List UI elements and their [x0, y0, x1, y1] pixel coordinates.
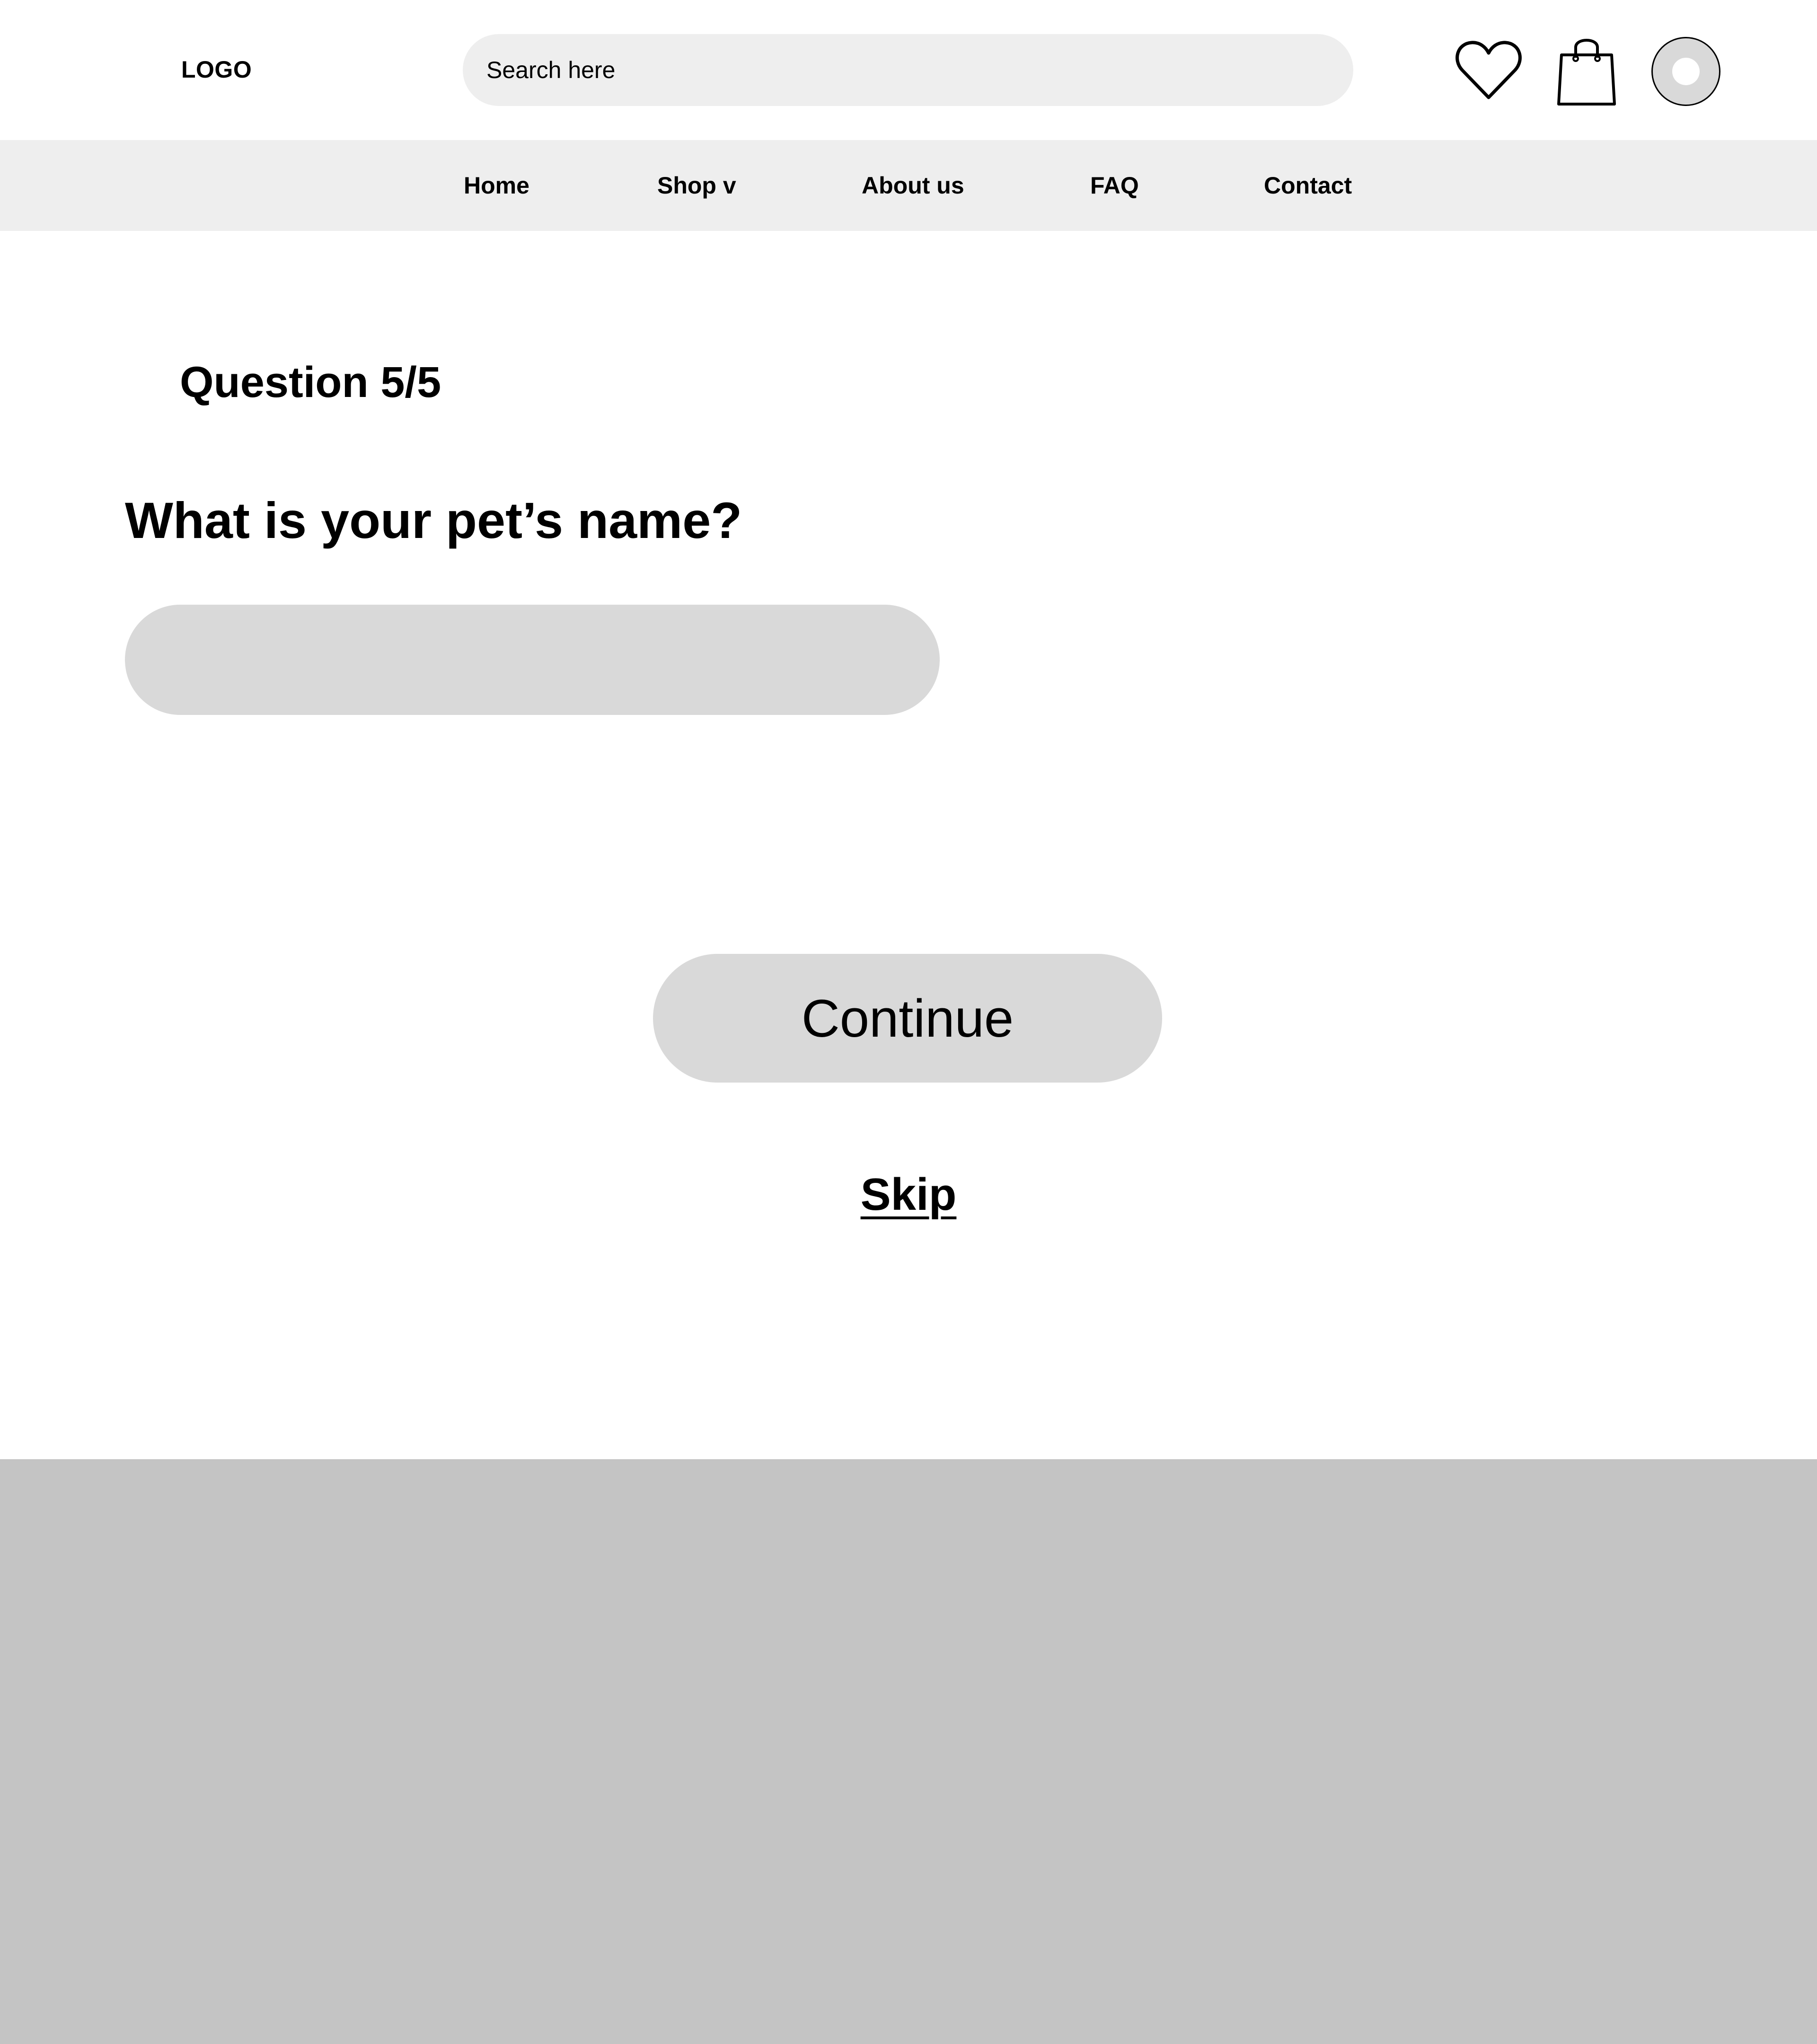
- search-placeholder: Search here: [486, 57, 616, 83]
- search-bar[interactable]: Search here: [463, 34, 1353, 106]
- question-title: What is your pet’s name?: [125, 492, 742, 549]
- continue-button[interactable]: Continue: [653, 954, 1162, 1083]
- main-nav: Home Shop v About us FAQ Contact: [0, 140, 1817, 231]
- nav-item-shop[interactable]: Shop v: [657, 170, 736, 201]
- avatar-inner: [1672, 58, 1700, 85]
- skip-link[interactable]: Skip: [861, 1169, 957, 1220]
- footer: [0, 1459, 1817, 2044]
- site-header: LOGO Search here: [0, 0, 1817, 140]
- question-progress: Question 5/5: [180, 358, 441, 406]
- pet-name-input[interactable]: [125, 605, 940, 715]
- continue-button-label: Continue: [801, 988, 1014, 1048]
- page: LOGO Search here Home Shop v About us FA…: [0, 0, 1817, 2044]
- shopping-bag-icon[interactable]: [1557, 33, 1616, 107]
- nav-item-contact[interactable]: Contact: [1264, 170, 1352, 201]
- nav-item-about-us[interactable]: About us: [862, 170, 964, 201]
- heart-icon[interactable]: [1455, 40, 1522, 101]
- skip-link-container: Skip: [0, 1164, 1817, 1225]
- avatar[interactable]: [1651, 37, 1720, 106]
- nav-item-home[interactable]: Home: [464, 170, 529, 201]
- nav-item-faq[interactable]: FAQ: [1090, 170, 1139, 201]
- logo[interactable]: LOGO: [181, 54, 252, 85]
